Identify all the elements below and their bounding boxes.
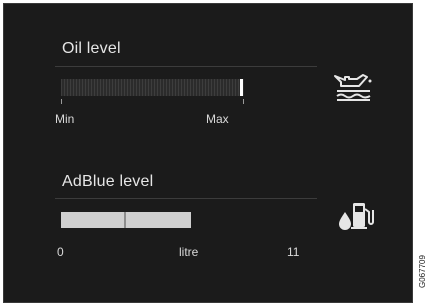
adblue-divider	[55, 198, 317, 199]
oil-min-label: Min	[55, 112, 75, 126]
oil-max-tick	[243, 99, 244, 104]
adblue-zero-label: 0	[57, 245, 64, 259]
adblue-unit-label: litre	[179, 245, 199, 259]
oil-level-marker	[240, 79, 243, 96]
adblue-level-gauge	[61, 212, 191, 228]
oil-min-tick	[61, 99, 62, 104]
adblue-max-label: 11	[287, 245, 300, 259]
oil-level-title: Oil level	[62, 40, 121, 57]
adblue-fuel-pump-icon	[339, 203, 374, 230]
adblue-level-title: AdBlue level	[62, 173, 154, 190]
figure-code: G067709	[418, 255, 427, 288]
oil-max-label: Max	[206, 112, 229, 126]
oil-level-gauge	[61, 79, 244, 96]
oil-divider	[55, 66, 317, 67]
adblue-level-split	[124, 212, 126, 228]
oil-can-level-icon	[334, 74, 372, 101]
